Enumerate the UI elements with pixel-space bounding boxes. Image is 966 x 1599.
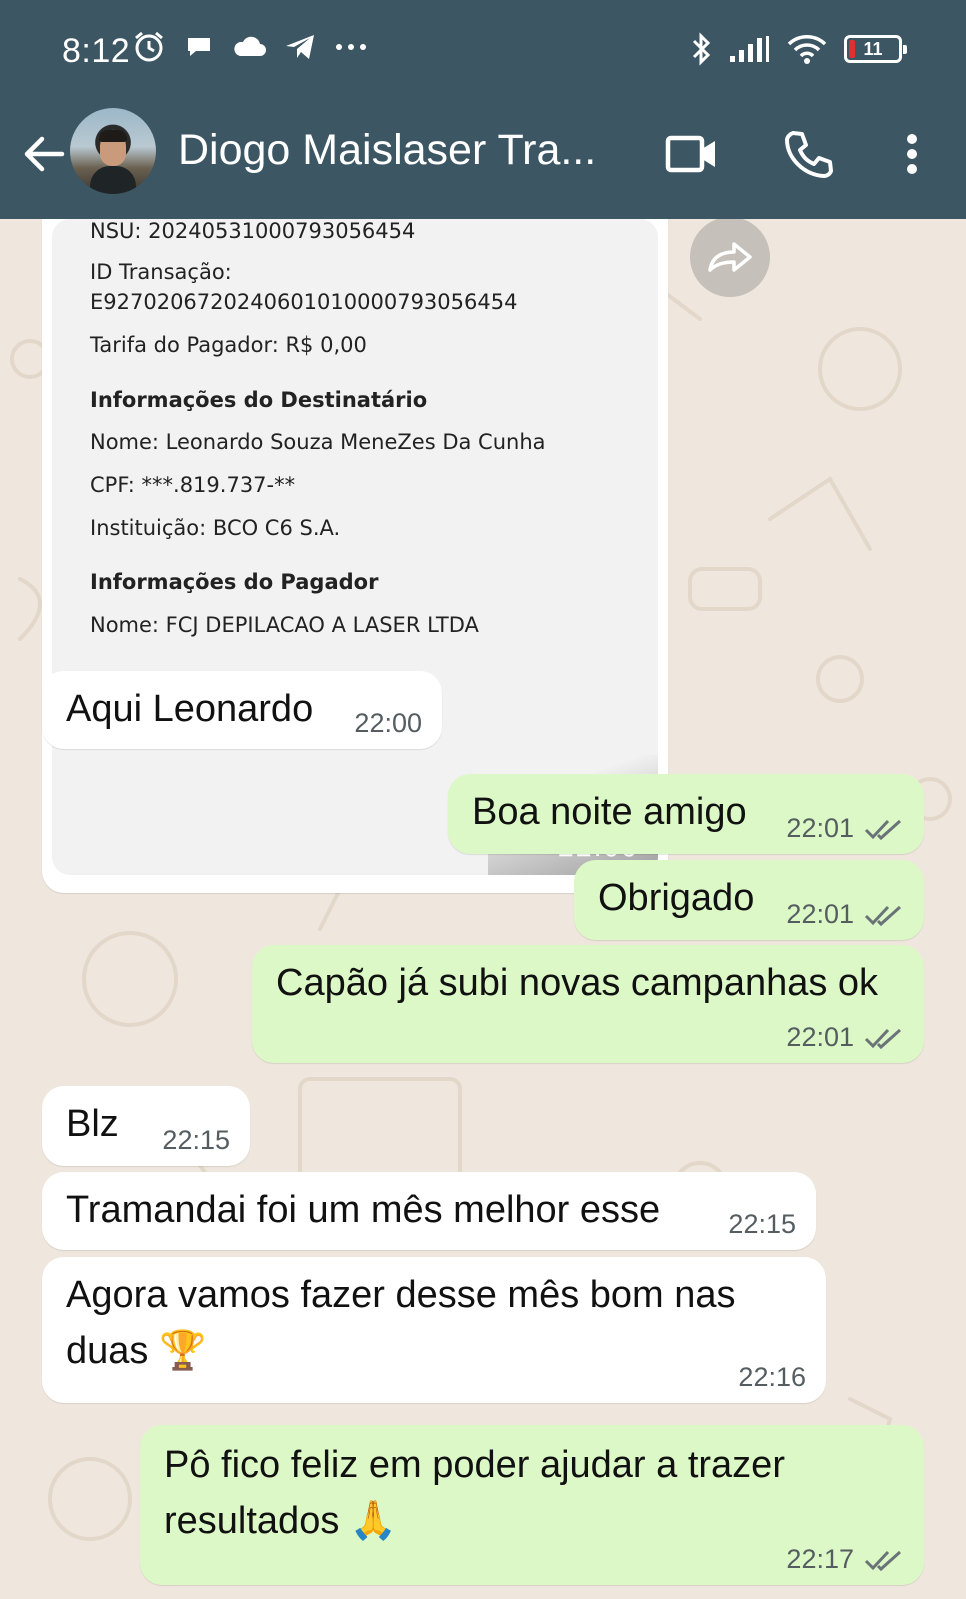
alarm-icon (132, 30, 166, 64)
message-text: Boa noite amigo (472, 791, 747, 833)
receipt-dest-cpf: CPF: ***.819.737-** (90, 473, 296, 497)
message-time: 22:01 (786, 899, 854, 929)
message-text-line2: duas 🏆 (66, 1330, 207, 1372)
outgoing-message[interactable]: Boa noite amigo 22:01 (448, 774, 924, 854)
double-check-icon (864, 905, 902, 926)
receipt-dest-institution: Instituição: BCO C6 S.A. (90, 516, 341, 540)
message-text-line1: Agora vamos fazer desse mês bom nas (66, 1274, 736, 1316)
more-options-icon[interactable] (882, 124, 942, 184)
message-time: 22:01 (786, 813, 854, 843)
receipt-payer-name: Nome: FCJ DEPILACAO A LASER LTDA (90, 613, 479, 637)
outgoing-message[interactable]: Pô fico feliz em poder ajudar a trazer r… (140, 1425, 924, 1585)
video-call-icon[interactable] (662, 124, 722, 184)
chat-area[interactable]: NSU: 20240531000793056454 ID Transação: … (0, 219, 966, 1599)
status-bar: 8:12 11 (0, 0, 966, 104)
receipt-nsu: NSU: 20240531000793056454 (90, 219, 416, 243)
battery-icon: 11 (844, 35, 907, 63)
receipt-fee: Tarifa do Pagador: R$ 0,00 (90, 333, 367, 357)
message-text: Obrigado (598, 877, 755, 919)
outgoing-message[interactable]: Capão já subi novas campanhas ok 22:01 (252, 945, 924, 1063)
message-time: 22:01 (786, 1022, 854, 1052)
wifi-icon (786, 33, 828, 65)
receipt-id-label: ID Transação: (90, 260, 232, 284)
outgoing-message[interactable]: Obrigado 22:01 (574, 860, 924, 940)
message-text-line2: resultados 🙏 (164, 1500, 398, 1542)
incoming-message[interactable]: Tramandai foi um mês melhor esse 22:15 (42, 1172, 816, 1250)
back-arrow-icon[interactable] (16, 126, 72, 182)
message-time: 22:16 (738, 1362, 806, 1392)
chat-header: Diogo Maislaser Tra... (0, 104, 966, 219)
message-text: Capão já subi novas campanhas ok (276, 962, 879, 1004)
double-check-icon (864, 1550, 902, 1571)
message-text-line1: Pô fico feliz em poder ajudar a trazer (164, 1444, 785, 1486)
contact-name[interactable]: Diogo Maislaser Tra... (178, 126, 596, 175)
message-time: 22:15 (162, 1125, 230, 1155)
cloud-icon (232, 34, 266, 60)
incoming-message[interactable]: Blz 22:15 (42, 1086, 250, 1166)
message-time: 22:15 (728, 1209, 796, 1239)
message-text: Blz (66, 1103, 119, 1145)
message-time: 22:00 (354, 708, 422, 738)
telegram-icon (284, 32, 316, 62)
phone-call-icon[interactable] (778, 124, 838, 184)
bluetooth-icon (690, 32, 712, 66)
message-text: Aqui Leonardo (66, 688, 314, 730)
receipt-payer-heading: Informações do Pagador (90, 570, 379, 594)
forward-icon[interactable] (690, 219, 770, 297)
contact-avatar[interactable] (70, 108, 156, 194)
incoming-message[interactable]: Aqui Leonardo 22:00 (42, 671, 442, 749)
battery-level: 11 (863, 38, 883, 59)
chat-bubble-icon (184, 32, 214, 62)
signal-icon (728, 34, 770, 64)
receipt-dest-name: Nome: Leonardo Souza MeneZes Da Cunha (90, 430, 546, 454)
more-dots-icon (334, 42, 368, 52)
receipt-dest-heading: Informações do Destinatário (90, 388, 428, 412)
double-check-icon (864, 819, 902, 840)
receipt-id-value: E9270206720240601010000793056454 (90, 290, 518, 314)
incoming-message[interactable]: Agora vamos fazer desse mês bom nas duas… (42, 1257, 826, 1403)
status-time: 8:12 (62, 32, 131, 70)
message-text: Tramandai foi um mês melhor esse (66, 1189, 661, 1231)
double-check-icon (864, 1028, 902, 1049)
message-time: 22:17 (786, 1544, 854, 1574)
